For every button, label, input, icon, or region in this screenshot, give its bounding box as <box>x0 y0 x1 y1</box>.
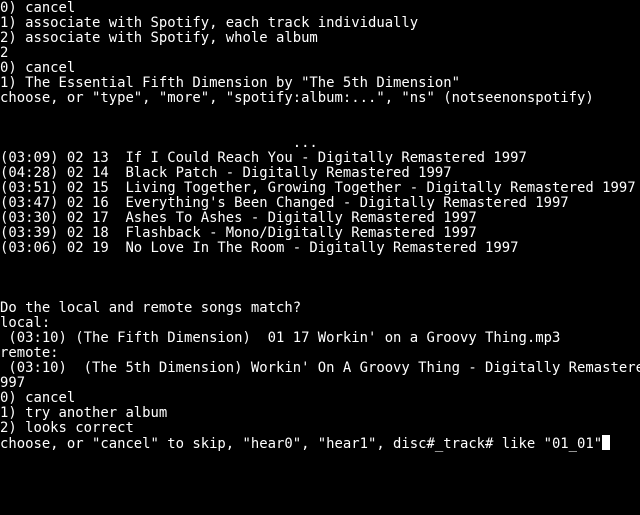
terminal-window[interactable]: 0) cancel 1) associate with Spotify, eac… <box>0 0 640 515</box>
terminal-line: choose, or "type", "more", "spotify:albu… <box>0 90 594 106</box>
prompt-text: choose, or "cancel" to skip, "hear0", "h… <box>0 436 603 452</box>
text-cursor[interactable] <box>602 435 611 450</box>
prompt-line[interactable]: choose, or "cancel" to skip, "hear0", "h… <box>0 435 640 452</box>
terminal-line: (03:10) (The Fifth Dimension) 01 17 Work… <box>0 330 561 346</box>
terminal-line: (03:10) (The 5th Dimension) Workin' On A… <box>0 360 640 376</box>
